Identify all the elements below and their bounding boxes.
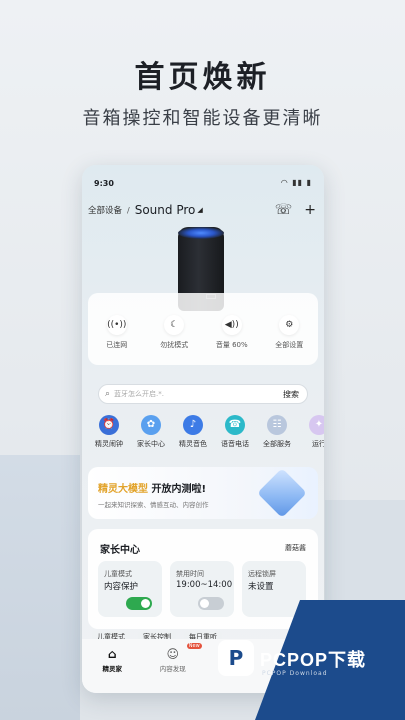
- tile-value: 内容保护: [104, 582, 139, 592]
- flower-icon: ✿: [141, 415, 161, 435]
- battery-icon: ▮: [306, 178, 312, 187]
- parent-center-card: 家长中心 蘑菇酱 儿童模式 内容保护 禁用时间 19:00~14:00 远程锁屏…: [88, 529, 318, 629]
- tile-value: 未设置: [248, 582, 274, 592]
- shortcut-label: 精灵音色: [179, 440, 207, 448]
- home-icon: ⌂: [107, 647, 117, 661]
- control-label: 音量 60%: [215, 341, 248, 349]
- discover-icon: ☺: [166, 647, 179, 661]
- phone-screenshot: 9:30 ◠ ▮▮ ▮ 全部设备 / Sound Pro ◢ ☏ + ((•))…: [82, 165, 324, 693]
- phone-call-icon: ☎: [225, 415, 245, 435]
- tab-label: 精灵家: [102, 665, 123, 673]
- parent-center-title: 家长中心: [100, 545, 140, 556]
- watermark-subtext: PCPOP Download: [262, 670, 328, 677]
- voice-icon: ♪: [183, 415, 203, 435]
- tile-value: 19:00~14:00: [176, 580, 233, 590]
- alarm-icon: ⏰: [99, 415, 119, 435]
- status-icons: ◠ ▮▮ ▮: [281, 178, 312, 187]
- moon-icon: ☾: [164, 315, 185, 335]
- shortcut-call[interactable]: ☎ 语音电话: [216, 415, 254, 449]
- tile-label: 禁用时间: [176, 570, 204, 578]
- parent-center-profile-link[interactable]: 蘑菇酱: [285, 543, 306, 553]
- device-control-card: ((•)) 已连网 ☾ 勿扰模式 ◀)) 音量 60% ⚙ 全部设置: [88, 293, 318, 365]
- search-button[interactable]: 搜索: [283, 389, 299, 400]
- shortcut-alarm[interactable]: ⏰ 精灵闹钟: [90, 415, 128, 449]
- tab-discover[interactable]: New ☺ 内容发现: [153, 643, 202, 673]
- cube-illustration: [257, 468, 307, 518]
- device-manage-icon[interactable]: ☏: [275, 202, 293, 218]
- new-badge: New: [186, 643, 202, 649]
- search-input[interactable]: 蓝牙怎么开启.*.: [114, 389, 283, 399]
- toggle-knob: [200, 599, 209, 608]
- shortcut-label: 精灵闹钟: [95, 440, 123, 448]
- hero-title: 首页焕新: [134, 60, 271, 95]
- shortcut-voice[interactable]: ♪ 精灵音色: [174, 415, 212, 449]
- search-icon: ⌕: [105, 389, 111, 399]
- background-panel-left: [0, 455, 80, 720]
- control-label: 全部设置: [275, 341, 304, 349]
- control-volume[interactable]: ◀)) 音量 60%: [204, 315, 260, 350]
- tab-home[interactable]: ⌂ 精灵家: [92, 647, 132, 673]
- control-dnd[interactable]: ☾ 勿扰模式: [146, 315, 202, 350]
- promo-banner[interactable]: 精灵大模型 开放内测啦! 一起来知识探索、情感互动、内容创作: [88, 467, 318, 519]
- speaker-light-ring: [178, 227, 224, 239]
- all-devices-link[interactable]: 全部设备: [88, 204, 122, 216]
- disable-time-toggle[interactable]: [198, 597, 224, 610]
- control-label: 勿扰模式: [160, 341, 189, 349]
- top-bar: 全部设备 / Sound Pro ◢ ☏ +: [88, 201, 316, 219]
- sparkle-icon: ✦: [309, 415, 324, 435]
- watermark-logo-icon: P: [218, 640, 254, 676]
- status-time: 9:30: [94, 179, 114, 188]
- caret-down-icon[interactable]: ◢: [197, 206, 202, 214]
- hero-subtitle: 音箱操控和智能设备更清晰: [82, 108, 323, 129]
- shortcut-label: 运行: [312, 440, 324, 448]
- tile-disable-time[interactable]: 禁用时间 19:00~14:00: [170, 561, 234, 617]
- shortcut-row: ⏰ 精灵闹钟 ✿ 家长中心 ♪ 精灵音色 ☎ 语音电话 ☷ 全部服务 ✦ 运行: [90, 415, 324, 449]
- promo-title-rest: 开放内测啦!: [151, 484, 207, 495]
- control-settings[interactable]: ⚙ 全部设置: [261, 315, 317, 350]
- wifi-status-icon: ◠: [280, 178, 289, 187]
- grid-icon: ☷: [267, 415, 287, 435]
- promo-title-highlight: 精灵大模型: [98, 484, 148, 495]
- toggle-knob: [141, 599, 150, 608]
- promo-subtitle: 一起来知识探索、情感互动、内容创作: [98, 501, 209, 509]
- device-selector[interactable]: Sound Pro: [135, 203, 196, 217]
- tab-label: 内容发现: [159, 665, 186, 673]
- shortcut-label: 全部服务: [263, 440, 291, 448]
- volume-icon: ◀)): [221, 315, 242, 335]
- tile-label: 儿童模式: [104, 570, 132, 578]
- control-label: 已连网: [106, 341, 128, 349]
- search-bar[interactable]: ⌕ 蓝牙怎么开启.*. 搜索: [98, 384, 308, 404]
- promo-title: 精灵大模型 开放内测啦!: [98, 480, 206, 495]
- gear-icon: ⚙: [279, 315, 300, 335]
- control-wifi[interactable]: ((•)) 已连网: [89, 315, 145, 350]
- tile-child-mode[interactable]: 儿童模式 内容保护: [98, 561, 162, 617]
- breadcrumb-separator: /: [127, 205, 130, 215]
- shortcut-label: 语音电话: [221, 440, 249, 448]
- tile-label: 远程锁屏: [248, 570, 276, 578]
- child-mode-toggle[interactable]: [126, 597, 152, 610]
- watermark-text: PCPOP下载: [260, 650, 367, 670]
- shortcut-label: 家长中心: [137, 440, 165, 448]
- shortcut-all-services[interactable]: ☷ 全部服务: [258, 415, 296, 449]
- signal-icon: ▮▮: [292, 178, 304, 187]
- add-icon[interactable]: +: [304, 202, 316, 218]
- tile-remote-lock[interactable]: 远程锁屏 未设置: [242, 561, 306, 617]
- shortcut-more[interactable]: ✦ 运行: [300, 415, 324, 449]
- wifi-icon: ((•)): [106, 315, 127, 335]
- shortcut-parent-center[interactable]: ✿ 家长中心: [132, 415, 170, 449]
